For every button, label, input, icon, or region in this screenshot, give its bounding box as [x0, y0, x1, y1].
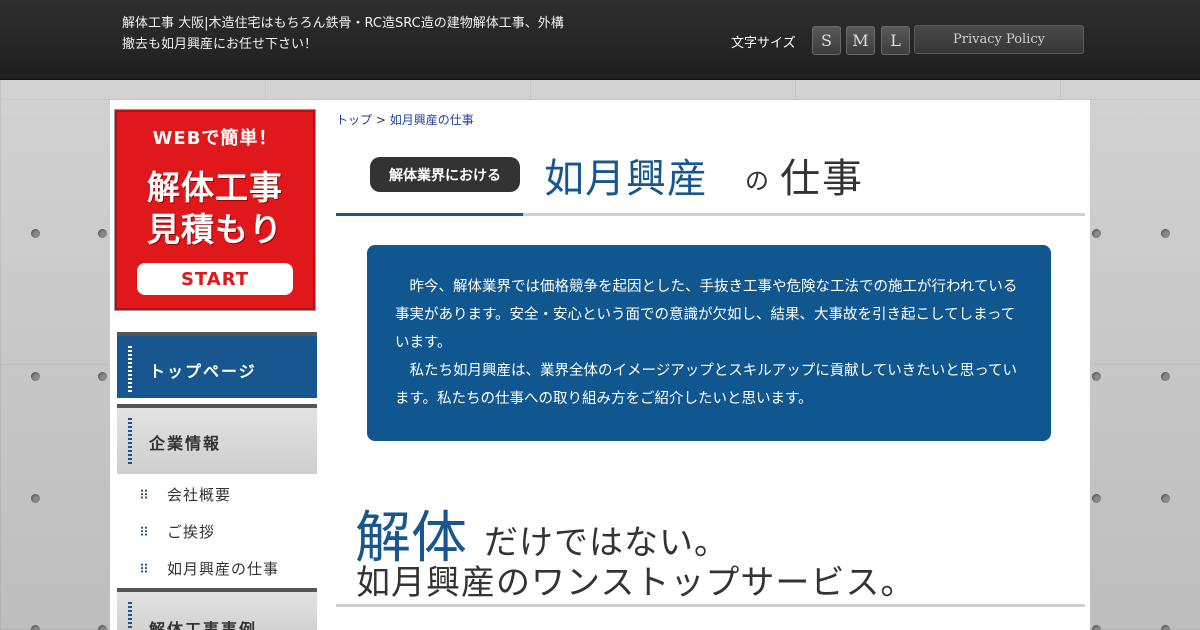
web-estimate-banner[interactable]: WEBで簡単！ 解体工事 見積もり START: [114, 109, 316, 311]
font-size-label: 文字サイズ: [731, 36, 796, 51]
dot-grid-icon: [140, 526, 148, 536]
privacy-policy-link[interactable]: Privacy Policy: [914, 25, 1084, 54]
estimate-banner-title: 解体工事 見積もり: [117, 167, 313, 251]
sidebar-subitem-our-work[interactable]: 如月興産の仕事: [140, 556, 279, 580]
site-header: 解体工事 大阪|木造住宅はもちろん鉄骨・RC造SRC造の建物解体工事、外構撤去も…: [0, 0, 1200, 80]
sidebar-item-label: 企業情報: [149, 434, 222, 453]
sidebar-item-label: トップページ: [149, 362, 257, 381]
breadcrumb: トップ > 如月興産の仕事: [336, 111, 474, 128]
sidebar-subitem-label: ご挨拶: [167, 522, 216, 541]
breadcrumb-home-link[interactable]: トップ: [336, 113, 372, 127]
concrete-tie-hole: [31, 494, 40, 503]
intro-paragraph: 昨今、解体業界では価格競争を起因とした、手抜き工事や危険な工法での施工が行われて…: [395, 279, 1018, 351]
concrete-tie-hole: [1161, 625, 1170, 630]
estimate-start-button[interactable]: START: [137, 263, 293, 295]
estimate-banner-line1: 解体工事: [147, 168, 283, 207]
sidebar-item-demolition-cases[interactable]: 解体工事事例: [117, 588, 317, 630]
page-title-particle: の: [745, 167, 769, 195]
estimate-banner-line2: 見積もり: [147, 210, 283, 249]
page-title-work: 仕事: [780, 156, 864, 202]
sidebar-subitem-greeting[interactable]: ご挨拶: [140, 519, 215, 543]
concrete-tie-hole: [98, 625, 107, 630]
dotted-bar-icon: [128, 602, 132, 630]
font-size-small-button[interactable]: S: [812, 26, 841, 55]
concrete-tie-hole: [1161, 229, 1170, 238]
page-title-pill: 解体業界における: [370, 157, 520, 192]
concrete-tie-hole: [1092, 625, 1101, 630]
concrete-tie-hole: [98, 372, 107, 381]
dotted-bar-icon: [128, 418, 132, 466]
concrete-tie-hole: [1092, 229, 1101, 238]
concrete-tie-hole: [31, 229, 40, 238]
font-size-large-button[interactable]: L: [881, 26, 910, 55]
concrete-tie-hole: [31, 372, 40, 381]
intro-box: 昨今、解体業界では価格競争を起因とした、手抜き工事や危険な工法での施工が行われて…: [367, 245, 1051, 441]
page-title-company: 如月興産: [544, 156, 708, 202]
intro-paragraph: 私たち如月興産は、業界全体のイメージアップとスキルアップに貢献していきたいと思っ…: [395, 363, 1018, 407]
font-size-medium-button[interactable]: M: [846, 26, 875, 55]
sidebar-item-company-info[interactable]: 企業情報: [117, 404, 317, 474]
dotted-bar-icon: [128, 346, 132, 394]
title-underline: [336, 213, 1085, 216]
concrete-tie-hole: [1092, 372, 1101, 381]
sidebar-subitem-company-profile[interactable]: 会社概要: [140, 482, 231, 506]
dot-grid-icon: [140, 563, 148, 573]
sidebar-subitem-label: 会社概要: [167, 485, 232, 504]
section-heading-one-stop: 如月興産のワンストップサービス。: [356, 563, 916, 603]
concrete-tie-hole: [1161, 494, 1170, 503]
estimate-banner-heading: WEBで簡単！: [152, 128, 278, 149]
dot-grid-icon: [140, 489, 148, 499]
section-underline: [336, 604, 1085, 607]
concrete-tie-hole: [1161, 372, 1170, 381]
breadcrumb-current-link[interactable]: 如月興産の仕事: [390, 113, 474, 127]
sidebar-item-label: 解体工事事例: [149, 620, 258, 630]
concrete-tie-hole: [31, 625, 40, 630]
concrete-tie-hole: [98, 229, 107, 238]
concrete-tie-hole: [1092, 494, 1101, 503]
sidebar-subitem-label: 如月興産の仕事: [167, 559, 280, 578]
breadcrumb-separator: >: [372, 113, 390, 127]
title-underline-accent: [336, 213, 523, 216]
sidebar-item-top-page[interactable]: トップページ: [117, 332, 317, 398]
site-tagline: 解体工事 大阪|木造住宅はもちろん鉄骨・RC造SRC造の建物解体工事、外構撤去も…: [122, 16, 564, 52]
